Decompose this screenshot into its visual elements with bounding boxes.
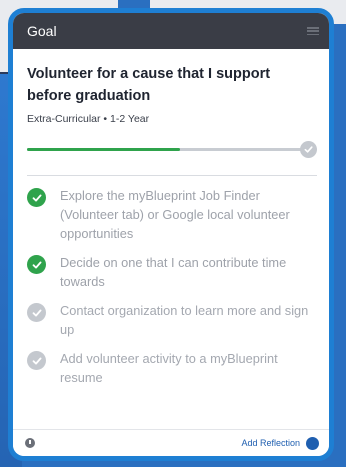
header-title: Goal xyxy=(27,23,57,39)
task-item: Decide on one that I can contribute time… xyxy=(27,253,317,291)
goal-content: Volunteer for a cause that I support bef… xyxy=(13,49,329,387)
add-reflection-label: Add Reflection xyxy=(241,438,300,448)
goal-card: Goal Volunteer for a cause that I suppor… xyxy=(8,8,334,461)
menu-icon[interactable] xyxy=(307,25,319,37)
progress-bar xyxy=(27,139,317,159)
task-label: Add volunteer activity to a myBlueprint … xyxy=(60,351,278,385)
task-list: Explore the myBlueprint Job Finder (Volu… xyxy=(27,186,317,387)
task-item: Explore the myBlueprint Job Finder (Volu… xyxy=(27,186,317,243)
clock-icon[interactable] xyxy=(25,438,35,448)
task-label: Decide on one that I can contribute time… xyxy=(60,255,287,289)
task-label: Contact organization to learn more and s… xyxy=(60,303,309,337)
goal-title: Volunteer for a cause that I support bef… xyxy=(27,66,271,104)
check-icon[interactable] xyxy=(27,255,46,274)
task-item: Add volunteer activity to a myBlueprint … xyxy=(27,349,317,387)
task-label: Explore the myBlueprint Job Finder (Volu… xyxy=(60,188,290,241)
reflection-icon xyxy=(306,436,319,450)
card-footer: Add Reflection xyxy=(13,429,329,456)
divider xyxy=(27,175,317,176)
goal-meta: Extra-Curricular • 1-2 Year xyxy=(27,113,150,125)
task-item: Contact organization to learn more and s… xyxy=(27,301,317,339)
check-icon[interactable] xyxy=(27,351,46,370)
add-reflection-button[interactable]: Add Reflection xyxy=(241,436,319,450)
check-icon[interactable] xyxy=(27,303,46,322)
progress-fill xyxy=(27,148,180,151)
card-header: Goal xyxy=(13,13,329,49)
progress-track xyxy=(27,148,305,151)
goal-complete-check-icon[interactable] xyxy=(300,141,317,158)
check-icon[interactable] xyxy=(27,188,46,207)
